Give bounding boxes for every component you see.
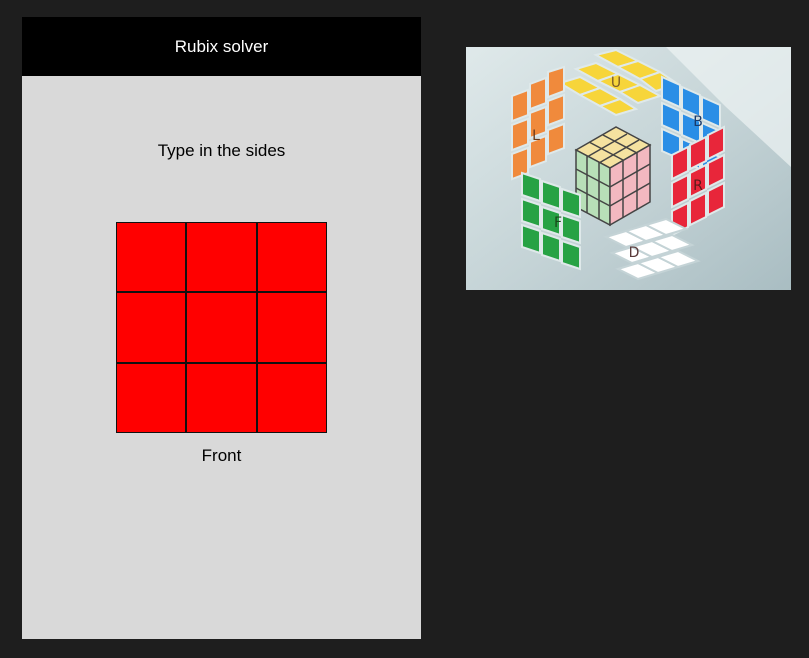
face-cell[interactable] [257, 293, 326, 362]
face-cell[interactable] [117, 223, 186, 292]
front-face-letter: F [554, 215, 562, 231]
face-cell[interactable] [257, 363, 326, 432]
face-cell[interactable] [187, 293, 256, 362]
phone-screen: Rubix solver Type in the sides Front [22, 17, 421, 639]
face-cell[interactable] [257, 223, 326, 292]
instruction-text: Type in the sides [157, 141, 286, 160]
down-face-letter: D [629, 245, 640, 261]
face-cell[interactable] [117, 363, 186, 432]
rubiks-cube-reference-image: U L B R F D [466, 47, 791, 290]
right-face-letter: R [693, 178, 703, 194]
app-title: Rubix solver [174, 36, 269, 56]
left-face-letter: L [532, 128, 540, 144]
up-face-letter: U [611, 75, 621, 91]
face-label: Front [201, 446, 242, 465]
back-face-letter: B [693, 114, 703, 130]
face-cell[interactable] [117, 293, 186, 362]
face-cell[interactable] [187, 223, 256, 292]
cube-face-grid [116, 222, 327, 433]
face-cell[interactable] [187, 363, 256, 432]
app-bar: Rubix solver [22, 17, 421, 76]
